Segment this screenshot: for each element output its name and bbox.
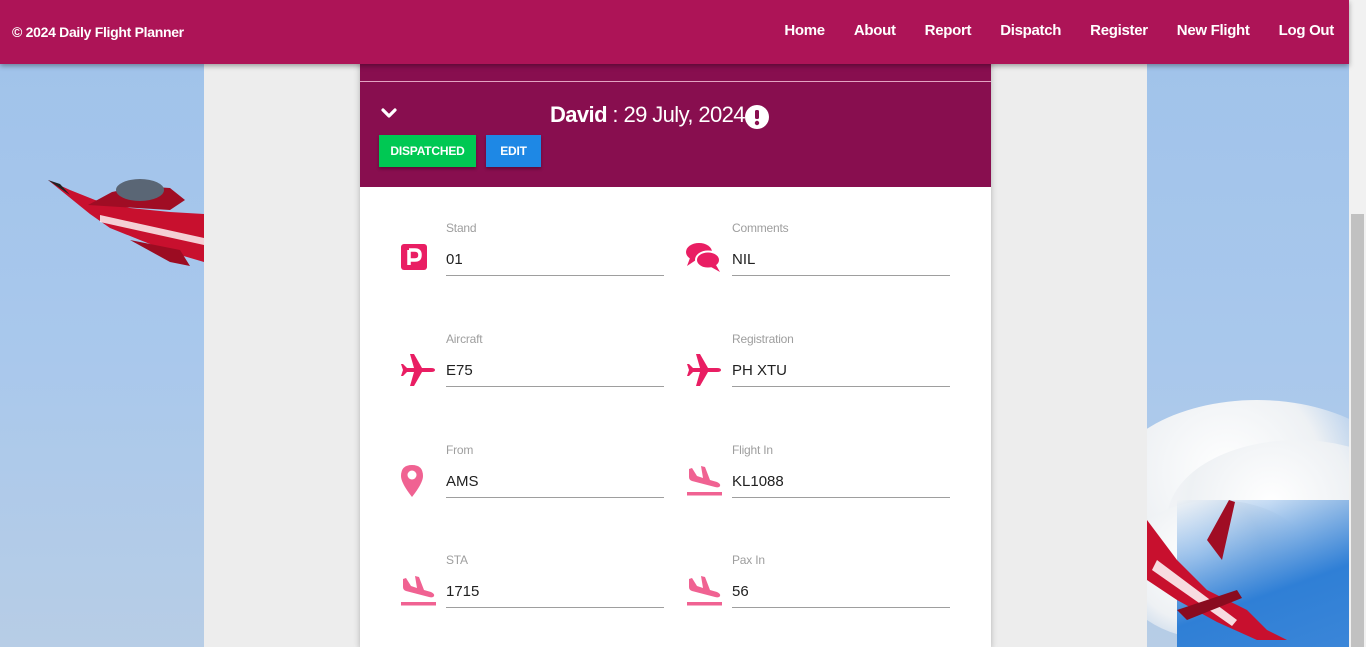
flight-header-title: David : 29 July, 2024 xyxy=(550,102,746,128)
header-name: David xyxy=(550,102,608,127)
nav-dispatch[interactable]: Dispatch xyxy=(1000,22,1061,39)
field-stand: Stand xyxy=(400,221,670,281)
jet-image-left xyxy=(48,179,204,266)
field-registration: Registration xyxy=(686,332,956,392)
edit-button[interactable]: EDIT xyxy=(486,135,541,167)
page-scrollbar[interactable] xyxy=(1349,0,1366,647)
sta-label: STA xyxy=(446,553,468,567)
field-flight-in: Flight In xyxy=(686,443,956,503)
field-from: From xyxy=(400,443,670,503)
plane-arrival-icon xyxy=(687,576,722,606)
comments-icon xyxy=(686,243,721,272)
background-sky-right xyxy=(1147,0,1349,647)
nav-about[interactable]: About xyxy=(854,22,896,39)
background-sky-left xyxy=(0,0,204,647)
plane-arrival-icon xyxy=(401,576,436,606)
top-navbar: © 2024 Daily Flight Planner Home About R… xyxy=(0,0,1349,64)
parking-icon xyxy=(401,244,427,270)
flight-card-header: David : 29 July, 2024 DISPATCHED EDIT xyxy=(360,82,991,187)
airplane-icon xyxy=(401,354,435,386)
from-label: From xyxy=(446,443,474,457)
stand-input[interactable] xyxy=(446,243,664,276)
field-sta: STA xyxy=(400,553,670,613)
comments-input[interactable] xyxy=(732,243,950,276)
field-comments: Comments xyxy=(686,221,956,281)
flight-card: David : 29 July, 2024 DISPATCHED EDIT St… xyxy=(360,0,991,647)
pax-in-label: Pax In xyxy=(732,553,765,567)
flight-in-input[interactable] xyxy=(732,465,950,498)
aircraft-input[interactable] xyxy=(446,354,664,387)
dispatched-button[interactable]: DISPATCHED xyxy=(379,135,476,167)
jet-image-right xyxy=(1147,500,1287,640)
pax-in-input[interactable] xyxy=(732,575,950,608)
registration-label: Registration xyxy=(732,332,794,346)
airplane-icon xyxy=(687,354,721,386)
alert-circle-icon[interactable] xyxy=(744,104,770,130)
from-input[interactable] xyxy=(446,465,664,498)
nav-register[interactable]: Register xyxy=(1090,22,1148,39)
chevron-down-icon[interactable] xyxy=(380,104,398,122)
nav-log-out[interactable]: Log Out xyxy=(1279,22,1335,39)
map-marker-icon xyxy=(401,465,423,497)
nav-links: Home About Report Dispatch Register New … xyxy=(755,22,1334,39)
plane-arrival-icon xyxy=(687,466,722,496)
aircraft-label: Aircraft xyxy=(446,332,483,346)
field-pax-in: Pax In xyxy=(686,553,956,613)
header-date: 29 July, 2024 xyxy=(623,102,745,127)
scrollbar-thumb[interactable] xyxy=(1351,214,1364,647)
stand-label: Stand xyxy=(446,221,477,235)
nav-report[interactable]: Report xyxy=(925,22,972,39)
header-separator: : xyxy=(606,102,624,127)
sta-input[interactable] xyxy=(446,575,664,608)
field-aircraft: Aircraft xyxy=(400,332,670,392)
nav-home[interactable]: Home xyxy=(784,22,825,39)
brand-copyright: © 2024 Daily Flight Planner xyxy=(12,24,184,40)
comments-label: Comments xyxy=(732,221,789,235)
registration-input[interactable] xyxy=(732,354,950,387)
flight-in-label: Flight In xyxy=(732,443,773,457)
nav-new-flight[interactable]: New Flight xyxy=(1177,22,1250,39)
